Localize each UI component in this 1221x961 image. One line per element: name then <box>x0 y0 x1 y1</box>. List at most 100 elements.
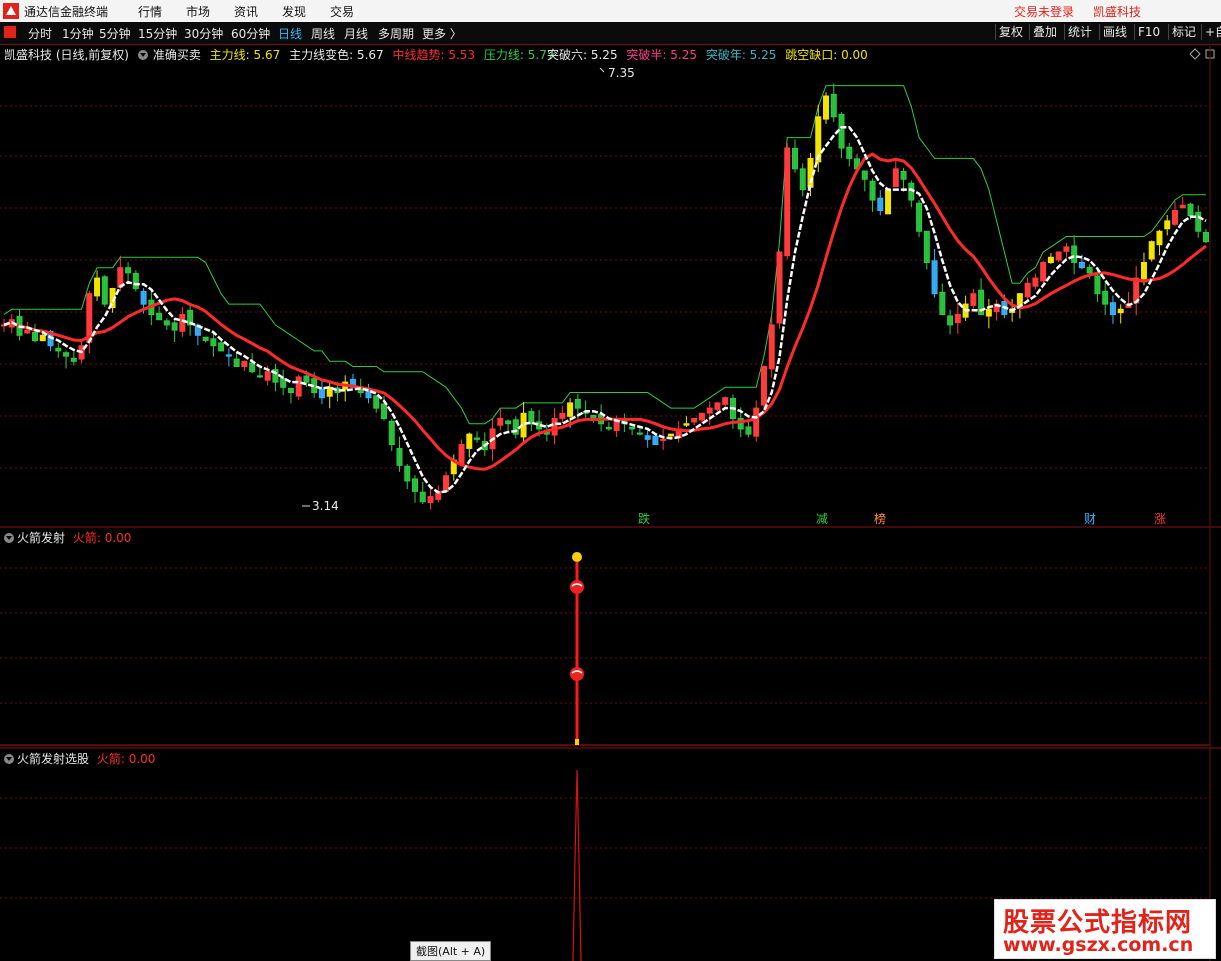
candle-body <box>559 412 566 419</box>
candle-body <box>140 291 147 305</box>
candle-body <box>497 418 504 426</box>
candle-body <box>365 389 372 399</box>
watermark: 股票公式指标网 www.gszx.com.cn <box>994 899 1216 959</box>
pane3-name[interactable]: 火箭发射选股 <box>17 752 89 766</box>
candle-body <box>125 267 132 274</box>
candle-body <box>505 420 512 425</box>
candle-body <box>55 347 62 352</box>
candle-body <box>32 331 39 341</box>
candle-body <box>1063 246 1070 252</box>
candle-body <box>210 338 217 347</box>
candle-body <box>1187 203 1194 217</box>
trend-line-series <box>3 125 1207 494</box>
pane2-name[interactable]: 火箭发射 <box>17 531 65 545</box>
candle-body <box>380 403 387 420</box>
candle-body <box>683 423 690 426</box>
candle-body <box>1086 266 1093 274</box>
candle-body <box>466 433 473 449</box>
screenshot-tooltip: 截图(Alt + A) <box>410 941 492 961</box>
candle-body <box>233 358 240 368</box>
candle-body <box>24 329 31 334</box>
candle-body <box>892 168 899 188</box>
candle-body <box>768 324 775 370</box>
candle-body <box>179 313 186 332</box>
marker-reduce[interactable]: 减 <box>816 512 828 526</box>
candle-body <box>985 308 992 317</box>
candle-body <box>287 387 294 394</box>
low-label: 3.14 <box>312 499 339 513</box>
pane3-value: 火箭: 0.00 <box>96 752 156 766</box>
candle-body <box>753 407 760 437</box>
chart-canvas[interactable]: 7.35 3.14 跌 减 榜 财 涨 <box>0 0 1221 961</box>
candle-body <box>171 322 178 331</box>
candle-body <box>799 168 806 191</box>
candle-body <box>923 230 930 263</box>
candle-body <box>1040 261 1047 282</box>
watermark-url: www.gszx.com.cn <box>1003 934 1194 956</box>
candle-body <box>885 189 892 215</box>
candle-body <box>629 426 636 430</box>
candle-body <box>63 352 70 357</box>
candle-body <box>249 362 256 373</box>
candle-body <box>202 336 209 341</box>
candle-body <box>39 334 46 342</box>
candle-body <box>132 272 139 289</box>
candle-body <box>1094 275 1101 295</box>
candle-body <box>303 375 310 383</box>
candle-body <box>427 496 434 503</box>
candle-body <box>156 312 163 321</box>
candle-body <box>1140 261 1147 283</box>
candle-body <box>264 371 271 381</box>
candle-body <box>722 397 729 405</box>
candle-body <box>70 357 77 362</box>
candle-body <box>784 147 791 257</box>
candle-body <box>636 432 643 435</box>
candle-body <box>1171 209 1178 225</box>
candle-body <box>373 395 380 409</box>
candle-body <box>163 320 170 326</box>
candle-body <box>667 433 674 437</box>
marker-finance[interactable]: 财 <box>1084 512 1096 526</box>
marker-list[interactable]: 榜 <box>874 511 886 526</box>
candle-body <box>745 426 752 435</box>
candle-body <box>1047 256 1054 264</box>
candle-body <box>1164 220 1171 230</box>
candle-body <box>574 398 581 409</box>
candle-body <box>652 435 659 446</box>
marker-drop[interactable]: 跌 <box>638 511 650 526</box>
pane2-value: 火箭: 0.00 <box>72 531 132 545</box>
candle-body <box>458 444 465 464</box>
collapse-icon[interactable] <box>4 533 14 543</box>
candle-body <box>1078 261 1085 269</box>
candle-body <box>388 420 395 446</box>
candle-body <box>877 197 884 211</box>
candle-body <box>1148 241 1155 260</box>
candle-body <box>1071 245 1078 263</box>
rocket-signal[interactable] <box>570 552 584 745</box>
candle-body <box>846 146 853 159</box>
candle-body <box>225 354 232 357</box>
candle-body <box>1032 277 1039 287</box>
pane3-title: 火箭发射选股 火箭: 0.00 <box>4 750 155 767</box>
candle-body <box>760 366 767 406</box>
high-pointer-icon <box>599 67 605 73</box>
candle-body <box>1055 251 1062 261</box>
candle-body <box>1195 211 1202 232</box>
candle-body <box>830 93 837 118</box>
candle-body <box>1203 231 1209 243</box>
candle-body <box>776 251 783 324</box>
candle-body <box>939 291 946 315</box>
candle-body <box>660 438 667 441</box>
candlestick-series <box>1 83 1209 510</box>
main-line-color <box>3 125 1207 494</box>
candle-body <box>94 277 101 297</box>
candle-body <box>931 260 938 295</box>
pressure-line-series <box>3 85 1206 425</box>
candle-body <box>970 293 977 306</box>
collapse-icon[interactable] <box>4 754 14 764</box>
marker-rise[interactable]: 涨 <box>1154 511 1166 526</box>
candle-body <box>218 342 225 352</box>
candle-body <box>474 437 481 440</box>
candle-body <box>605 426 612 430</box>
candle-body <box>838 113 845 149</box>
